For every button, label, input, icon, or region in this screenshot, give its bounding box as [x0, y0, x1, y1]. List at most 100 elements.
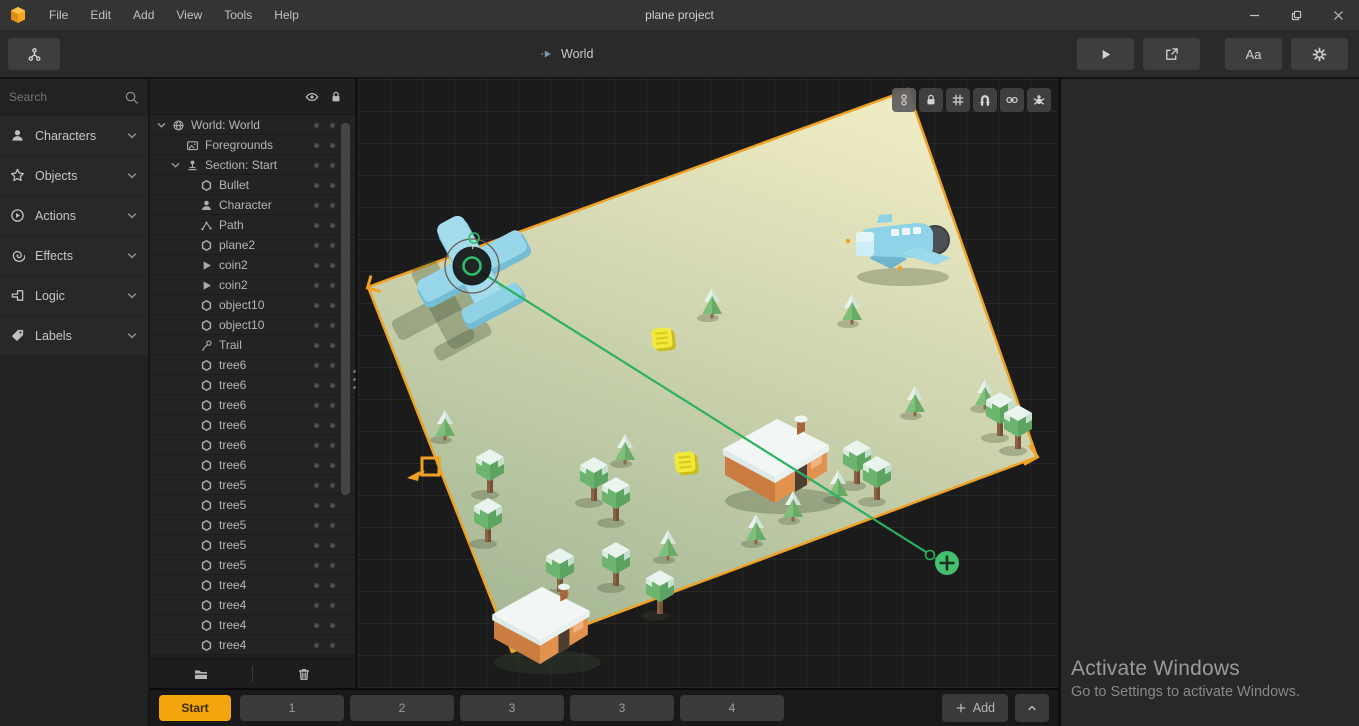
tree-row-tree6[interactable]: tree6 — [150, 395, 355, 415]
tree-row-world-world[interactable]: World: World — [150, 115, 355, 135]
scene-button-2-2[interactable]: 2 — [350, 695, 454, 721]
close-button[interactable] — [1317, 0, 1359, 30]
tree-row-coin2[interactable]: coin2 — [150, 255, 355, 275]
row-visibility-dot[interactable] — [314, 343, 319, 348]
tree-scrollbar-thumb[interactable] — [341, 123, 350, 495]
row-lock-dot[interactable] — [330, 543, 335, 548]
row-visibility-dot[interactable] — [314, 483, 319, 488]
row-visibility-dot[interactable] — [314, 463, 319, 468]
row-lock-dot[interactable] — [330, 363, 335, 368]
row-lock-dot[interactable] — [330, 183, 335, 188]
row-visibility-dot[interactable] — [314, 163, 319, 168]
tree-row-tree4[interactable]: tree4 — [150, 595, 355, 615]
debug-button[interactable] — [1027, 88, 1051, 112]
row-visibility-dot[interactable] — [314, 543, 319, 548]
sidebar-item-objects[interactable]: Objects — [0, 156, 148, 195]
tree-row-tree6[interactable]: tree6 — [150, 375, 355, 395]
tree-row-foregrounds[interactable]: Foregrounds — [150, 135, 355, 155]
sidebar-item-labels[interactable]: Labels — [0, 316, 148, 355]
tree-row-tree5[interactable]: tree5 — [150, 495, 355, 515]
row-lock-dot[interactable] — [330, 443, 335, 448]
add-scene-button[interactable]: Add — [942, 694, 1008, 722]
breadcrumb[interactable]: World — [540, 47, 593, 61]
row-lock-dot[interactable] — [330, 643, 335, 648]
delete-button[interactable] — [253, 666, 355, 682]
row-visibility-dot[interactable] — [314, 623, 319, 628]
row-visibility-dot[interactable] — [314, 603, 319, 608]
scene-button-3-3[interactable]: 3 — [460, 695, 564, 721]
lock-button[interactable] — [919, 88, 943, 112]
row-lock-dot[interactable] — [330, 403, 335, 408]
row-visibility-dot[interactable] — [314, 203, 319, 208]
row-visibility-dot[interactable] — [314, 643, 319, 648]
row-visibility-dot[interactable] — [314, 243, 319, 248]
visibility-toggle-icon[interactable] — [305, 90, 319, 104]
row-lock-dot[interactable] — [330, 223, 335, 228]
tree-row-tree5[interactable]: tree5 — [150, 515, 355, 535]
preview-play-button[interactable] — [1077, 38, 1134, 70]
row-lock-dot[interactable] — [330, 203, 335, 208]
row-lock-dot[interactable] — [330, 243, 335, 248]
row-lock-dot[interactable] — [330, 483, 335, 488]
row-lock-dot[interactable] — [330, 263, 335, 268]
row-visibility-dot[interactable] — [314, 523, 319, 528]
row-lock-dot[interactable] — [330, 123, 335, 128]
scene-button-3-4[interactable]: 3 — [570, 695, 674, 721]
tree-row-object10[interactable]: object10 — [150, 295, 355, 315]
grid-button[interactable] — [946, 88, 970, 112]
menu-file[interactable]: File — [38, 0, 79, 30]
scene-svg[interactable] — [358, 79, 1058, 688]
sidebar-item-actions[interactable]: Actions — [0, 196, 148, 235]
row-visibility-dot[interactable] — [314, 443, 319, 448]
tree-row-object10[interactable]: object10 — [150, 315, 355, 335]
maximize-button[interactable] — [1275, 0, 1317, 30]
tree-row-tree6[interactable]: tree6 — [150, 435, 355, 455]
row-visibility-dot[interactable] — [314, 323, 319, 328]
row-lock-dot[interactable] — [330, 503, 335, 508]
scene-button-4-5[interactable]: 4 — [680, 695, 784, 721]
tree-row-plane2[interactable]: plane2 — [150, 235, 355, 255]
tree-row-bullet[interactable]: Bullet — [150, 175, 355, 195]
row-lock-dot[interactable] — [330, 163, 335, 168]
tree-row-tree4[interactable]: tree4 — [150, 575, 355, 595]
row-lock-dot[interactable] — [330, 303, 335, 308]
settings-button[interactable] — [1291, 38, 1348, 70]
row-visibility-dot[interactable] — [314, 143, 319, 148]
row-visibility-dot[interactable] — [314, 263, 319, 268]
menu-edit[interactable]: Edit — [79, 0, 122, 30]
tree-row-tree5[interactable]: tree5 — [150, 535, 355, 555]
tree-row-tree4[interactable]: tree4 — [150, 615, 355, 635]
row-lock-dot[interactable] — [330, 463, 335, 468]
menu-tools[interactable]: Tools — [213, 0, 263, 30]
magnet-button[interactable] — [973, 88, 997, 112]
scene-button-1-1[interactable]: 1 — [240, 695, 344, 721]
sidebar-item-effects[interactable]: Effects — [0, 236, 148, 275]
row-visibility-dot[interactable] — [314, 223, 319, 228]
sidebar-item-characters[interactable]: Characters — [0, 116, 148, 155]
add-path-point-button[interactable] — [935, 551, 959, 575]
row-visibility-dot[interactable] — [314, 583, 319, 588]
path-anchor-dot[interactable] — [846, 239, 851, 244]
chevron-down-icon[interactable] — [156, 120, 170, 131]
tree-row-character[interactable]: Character — [150, 195, 355, 215]
tree-row-tree5[interactable]: tree5 — [150, 555, 355, 575]
tree-row-tree4[interactable]: tree4 — [150, 635, 355, 655]
row-lock-dot[interactable] — [330, 583, 335, 588]
scene-editor-canvas[interactable] — [358, 79, 1058, 688]
node-view-button[interactable] — [8, 38, 60, 70]
row-lock-dot[interactable] — [330, 523, 335, 528]
sidebar-item-logic[interactable]: Logic — [0, 276, 148, 315]
row-visibility-dot[interactable] — [314, 423, 319, 428]
chevron-down-icon[interactable] — [170, 160, 184, 171]
row-lock-dot[interactable] — [330, 283, 335, 288]
row-visibility-dot[interactable] — [314, 123, 319, 128]
path-anchor-dot[interactable] — [898, 266, 903, 271]
row-visibility-dot[interactable] — [314, 563, 319, 568]
tree-row-path[interactable]: Path — [150, 215, 355, 235]
search-input[interactable] — [9, 90, 118, 104]
row-visibility-dot[interactable] — [314, 183, 319, 188]
section-entry-handle[interactable] — [407, 458, 439, 481]
row-lock-dot[interactable] — [330, 623, 335, 628]
row-lock-dot[interactable] — [330, 423, 335, 428]
lock-toggle-icon[interactable] — [329, 90, 343, 104]
